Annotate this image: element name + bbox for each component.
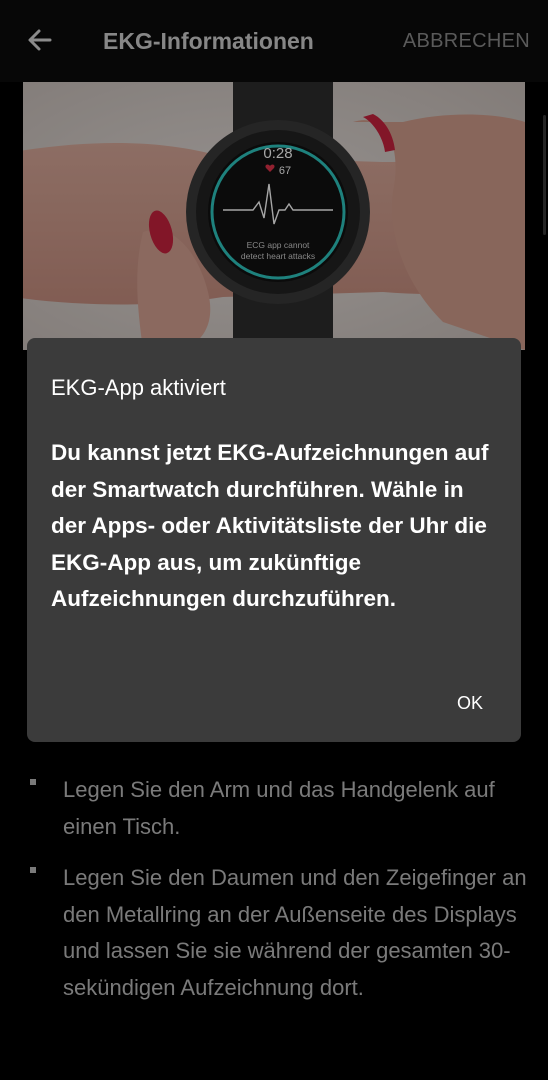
- dialog-message: Du kannst jetzt EKG-Aufzeichnungen auf d…: [51, 440, 489, 611]
- ok-button[interactable]: OK: [457, 693, 483, 714]
- alert-dialog: EKG-App aktiviert Du kannst jetzt EKG-Au…: [27, 338, 521, 742]
- dialog-title: EKG-App aktiviert: [51, 375, 226, 400]
